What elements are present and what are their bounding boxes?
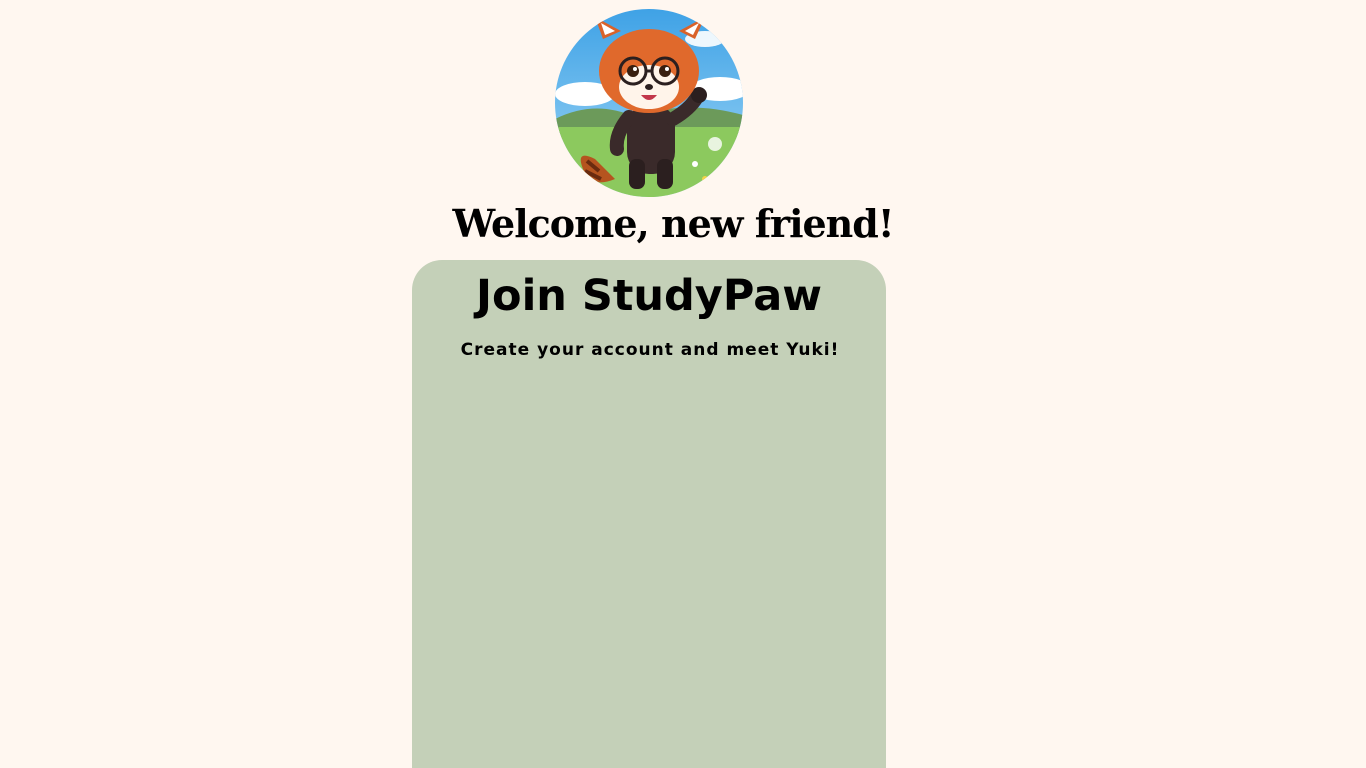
signup-page: Welcome, new friend! Join StudyPaw Creat…: [0, 0, 1366, 768]
signup-card: [412, 260, 886, 768]
card-subtitle: Create your account and meet Yuki!: [460, 340, 840, 360]
card-title: Join StudyPaw: [476, 271, 822, 321]
mascot-avatar: [555, 9, 743, 197]
welcome-heading: Welcome, new friend!: [452, 201, 894, 246]
